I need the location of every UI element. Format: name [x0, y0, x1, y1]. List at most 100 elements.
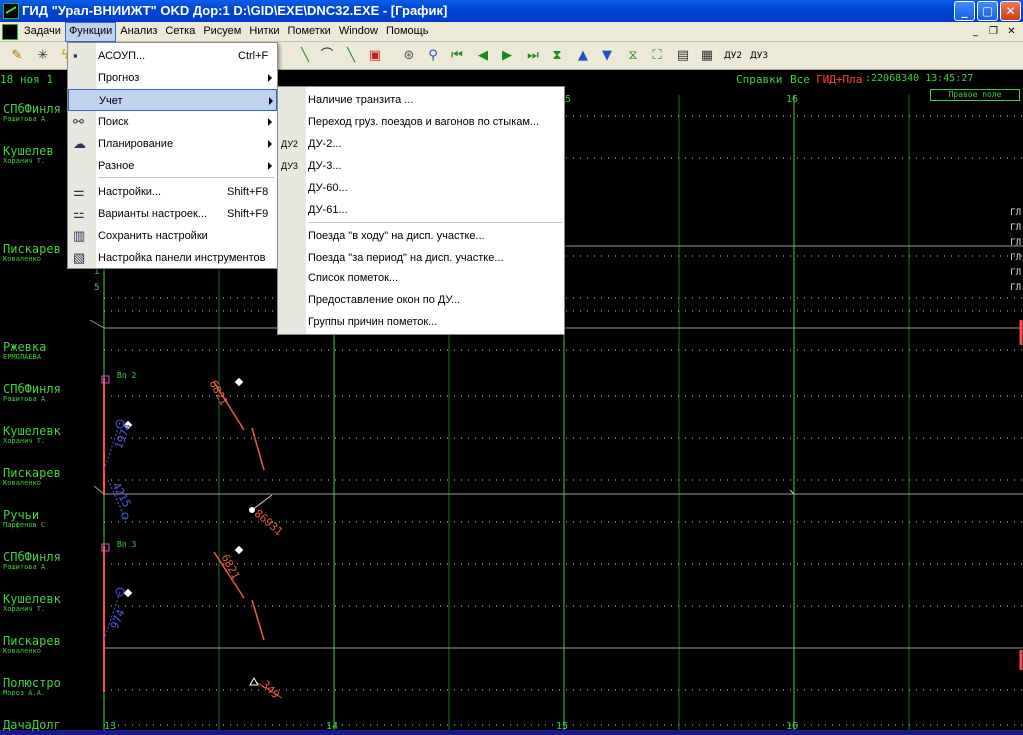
menu-item-label: Учет — [99, 95, 123, 107]
prev-icon[interactable]: ◀ — [474, 47, 492, 65]
fit-icon[interactable]: ⛶ — [648, 47, 666, 65]
zoom-icon[interactable]: ⚲ — [424, 47, 442, 65]
right-field-button[interactable]: Правое поле — [930, 89, 1020, 101]
toolbar-settings-icon: ▧ — [73, 250, 86, 265]
menu-9[interactable]: Помощь — [382, 22, 433, 42]
station-name[interactable]: Кушелевк — [3, 424, 61, 438]
menu-3[interactable]: Анализ — [116, 22, 161, 42]
station-name[interactable]: Кушелевк — [3, 592, 61, 606]
uchet-menu-item[interactable]: Поезда "в ходу" на дисп. участке... — [278, 225, 564, 247]
uchet-menu-item[interactable]: Список пометок... — [278, 267, 564, 289]
first-icon[interactable]: ⏮ — [448, 47, 466, 65]
terminal-icon: ▪ — [73, 48, 78, 63]
menu-1[interactable]: Задачи — [20, 22, 65, 42]
settings-variants-icon: ⚍ — [73, 206, 85, 221]
minimize-button[interactable]: _ — [954, 1, 975, 21]
functions-menu-item[interactable]: ⚍ Варианты настроек... Shift+F9 — [68, 203, 277, 225]
uchet-submenu: Наличие транзита ... Переход груз. поездо… — [277, 86, 565, 335]
station-name[interactable]: Пискарев — [3, 242, 61, 256]
bottom-hour-label: 13 — [104, 721, 117, 732]
uchet-menu-item[interactable]: ДУ-60... — [278, 177, 564, 199]
menu-item-label: ДУ-60... — [308, 182, 348, 194]
station-name[interactable]: СПбФинля — [3, 550, 61, 564]
wand-icon[interactable]: ✎ — [8, 47, 26, 65]
menu-7[interactable]: Пометки — [283, 22, 334, 42]
settings-sliders-icon: ⚌ — [73, 184, 85, 199]
menu-item-shortcut: Shift+F8 — [227, 186, 269, 198]
uchet-menu-item[interactable]: Поезда "за период" на дисп. участке... — [278, 247, 564, 269]
station-name[interactable]: Пискарев — [3, 466, 61, 480]
station-name[interactable]: Ржевка — [3, 340, 46, 354]
menu-6[interactable]: Нитки — [245, 22, 283, 42]
up-arrow-icon[interactable]: ▲ — [574, 47, 592, 65]
line-tool-icon[interactable]: ╲ — [342, 47, 360, 65]
form-icon[interactable]: ▦ — [698, 47, 716, 65]
uchet-menu-item[interactable]: Предоставление окон по ДУ... — [278, 289, 564, 311]
station-name[interactable]: ДачаДолг — [3, 718, 61, 732]
down-arrow-icon[interactable]: ▼ — [598, 47, 616, 65]
document-icon[interactable] — [2, 24, 18, 40]
station-name[interactable]: Кушелев — [3, 144, 54, 158]
functions-menu-item[interactable]: ⚯ Поиск — [68, 111, 277, 133]
sparkle-icon[interactable]: ✳ — [34, 47, 52, 65]
menu-5[interactable]: Рисуем — [199, 22, 245, 42]
functions-menu-item[interactable]: ▧ Настройка панели инструментов — [68, 247, 277, 269]
expand-vertical-icon[interactable]: ⧗ — [548, 47, 566, 65]
station-stop-marker — [123, 588, 133, 598]
menu-bar: Задачи Функции Анализ Сетка Рисуем Нитки Помет… — [0, 22, 1023, 42]
spravki-link[interactable]: Справки — [736, 73, 782, 86]
station-name[interactable]: Пискарев — [3, 634, 61, 648]
station-name[interactable]: Ручьи — [3, 508, 39, 522]
menu-item-label: Варианты настроек... — [98, 208, 207, 220]
dispatcher-name: Коваленко — [3, 479, 41, 487]
menu-8[interactable]: Window — [335, 22, 382, 42]
app-icon[interactable] — [3, 3, 19, 19]
uchet-menu-item[interactable]: ДУ2 ДУ-2... — [278, 133, 564, 155]
station-name[interactable]: СПбФинля — [3, 382, 61, 396]
functions-menu-item[interactable]: Разное — [68, 155, 277, 177]
du3-button[interactable]: ДУ3 — [748, 47, 770, 65]
uchet-menu-item[interactable]: Наличие транзита ... — [278, 89, 564, 111]
dispatcher-name: Коваленко — [3, 255, 41, 263]
station-stop-marker — [234, 545, 244, 555]
line-down-icon[interactable]: ╲ — [296, 47, 314, 65]
close-button[interactable]: ✕ — [1000, 1, 1021, 21]
station-name[interactable]: СПбФинля — [3, 102, 61, 116]
submenu-arrow-icon — [269, 97, 273, 105]
functions-menu-item[interactable]: ▥ Сохранить настройки — [68, 225, 277, 247]
functions-menu-item[interactable]: ⚌ Настройки... Shift+F8 — [68, 181, 277, 203]
functions-menu-item[interactable]: Учет — [68, 89, 277, 111]
menu-4[interactable]: Сетка — [161, 22, 199, 42]
menu-item-label: ДУ-2... — [308, 138, 342, 150]
dispatcher-name: Рашитова А — [3, 395, 46, 403]
next-icon[interactable]: ▶ — [498, 47, 516, 65]
globe-icon[interactable]: ⊛ — [400, 47, 418, 65]
track-tag: ГЛ — [1010, 238, 1021, 248]
compress-vertical-icon[interactable]: ⧖ — [624, 47, 642, 65]
mdi-close-button[interactable]: ✕ — [1004, 25, 1019, 39]
dispatcher-name: Хоранич Т. — [3, 605, 46, 613]
uchet-menu-item[interactable]: Переход груз. поездов и вагонов по стыка… — [278, 111, 564, 133]
menu-2[interactable]: Функции — [64, 22, 117, 42]
menu-separator — [308, 222, 562, 223]
last-icon[interactable]: ⏭ — [524, 47, 542, 65]
functions-menu-item[interactable]: Прогноз — [68, 67, 277, 89]
arc-icon[interactable]: ⌒ — [318, 47, 336, 65]
du-icon: ДУ3 — [281, 161, 298, 171]
du2-button[interactable]: ДУ2 — [722, 47, 744, 65]
all-link[interactable]: Все — [790, 73, 810, 86]
uchet-menu-item[interactable]: Группы причин пометок... — [278, 311, 564, 333]
maximize-button[interactable]: ▢ — [977, 1, 998, 21]
uchet-menu-item[interactable]: ДУ-61... — [278, 199, 564, 221]
mdi-minimize-button[interactable]: _ — [968, 25, 983, 39]
document-list-icon[interactable]: ▤ — [674, 47, 692, 65]
bottom-hour-label: 16 — [786, 721, 799, 732]
functions-menu-item[interactable]: ☁ Планирование — [68, 133, 277, 155]
menu-item-label: Переход груз. поездов и вагонов по стыка… — [308, 116, 540, 128]
uchet-menu-item[interactable]: ДУ3 ДУ-3... — [278, 155, 564, 177]
mdi-restore-button[interactable]: ❐ — [986, 25, 1001, 39]
speech-icon: ☁ — [73, 136, 86, 151]
functions-menu-item[interactable]: ▪ АСОУП... Ctrl+F — [68, 45, 277, 67]
record-icon[interactable]: ▣ — [366, 47, 384, 65]
station-name[interactable]: Полюстро — [3, 676, 61, 690]
